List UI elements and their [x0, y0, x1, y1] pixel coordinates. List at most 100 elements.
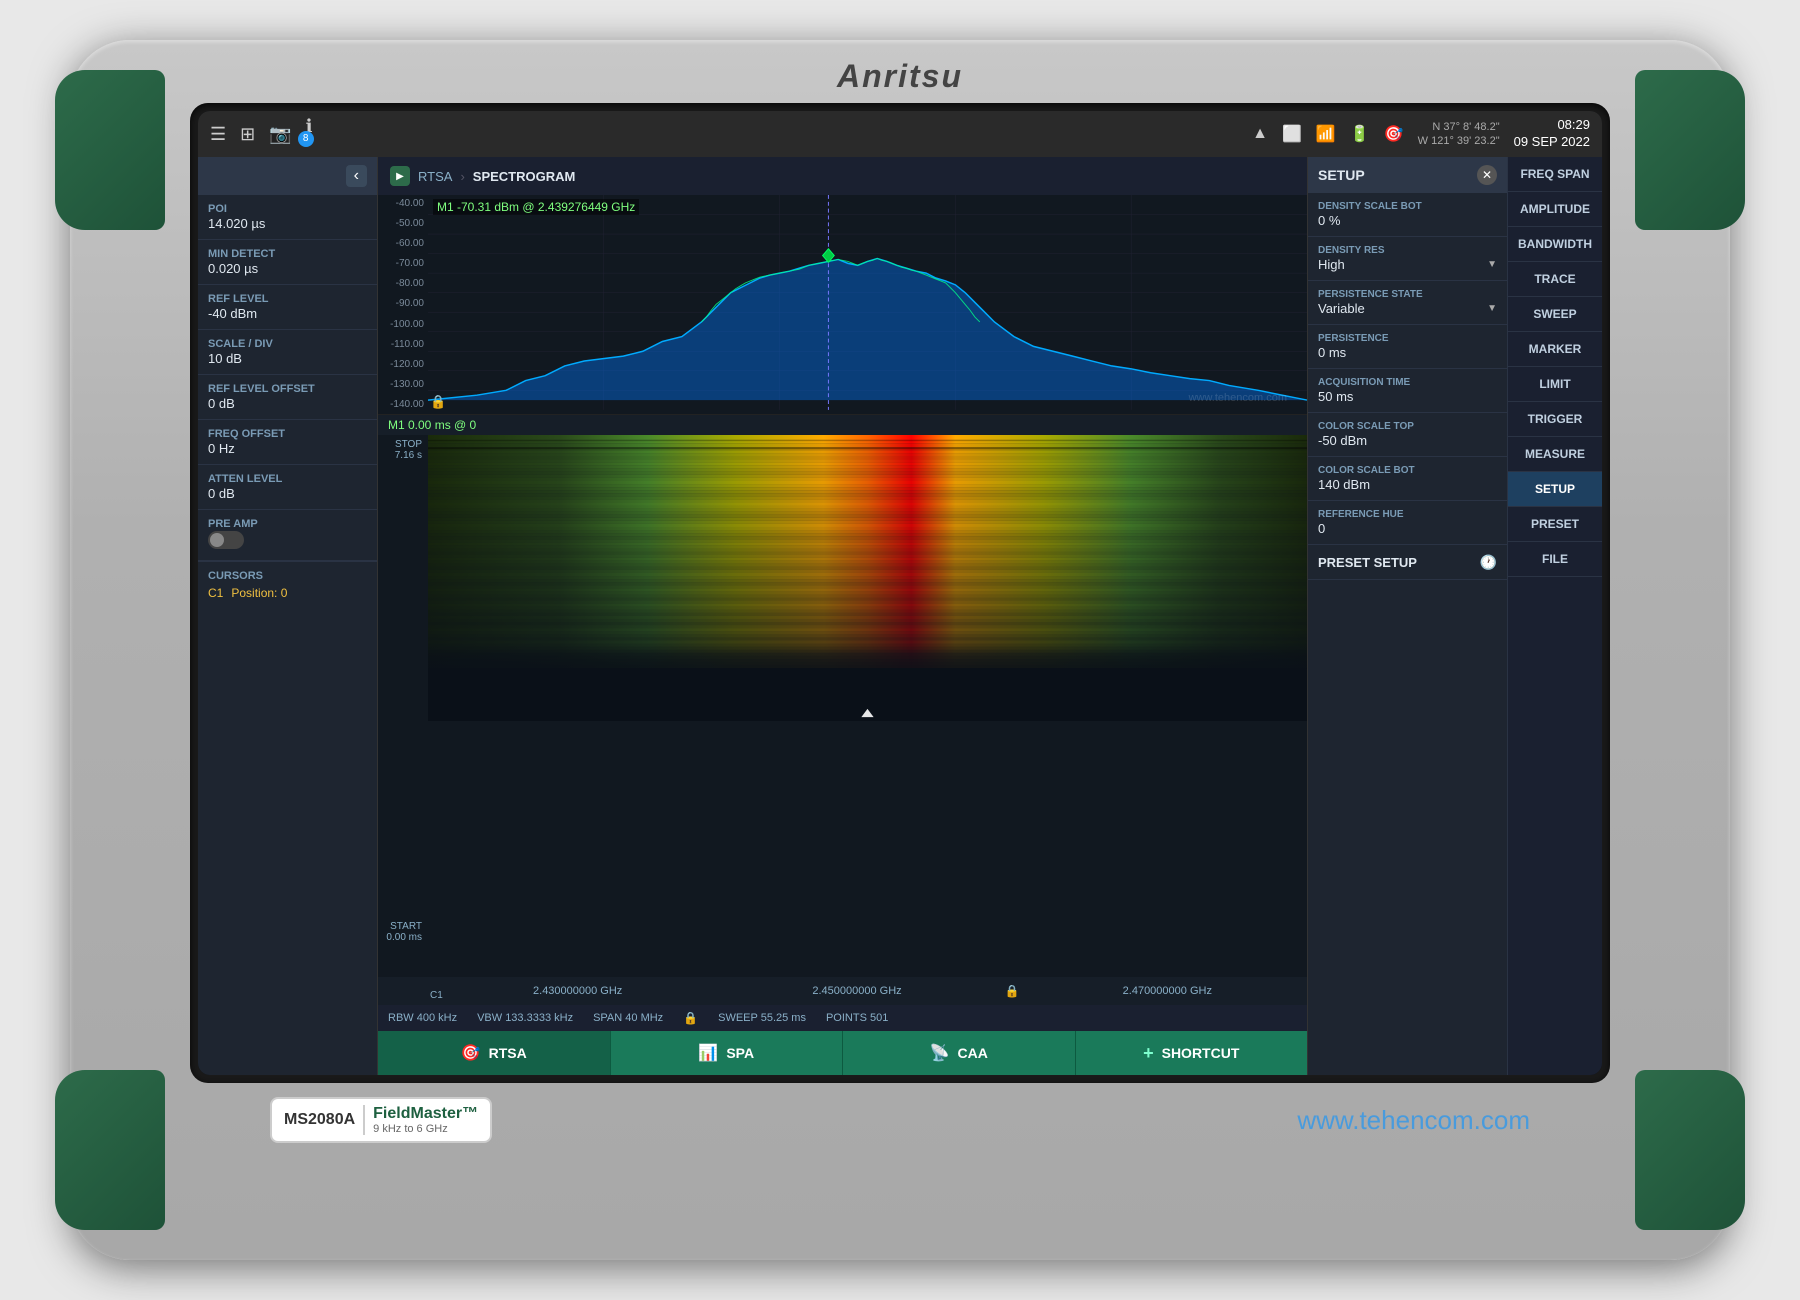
param-ref-level[interactable]: REF LEVEL -40 dBm	[198, 285, 377, 330]
pre-amp-label: PRE AMP	[208, 518, 367, 530]
param-scale-div[interactable]: SCALE / DIV 10 dB	[198, 330, 377, 375]
cursor-row-c1: C1 Position: 0	[208, 586, 367, 600]
breadcrumb-separator: ›	[460, 169, 464, 184]
param-pre-amp[interactable]: PRE AMP	[198, 510, 377, 561]
freq-offset-value: 0 Hz	[208, 441, 367, 456]
menu-limit[interactable]: LIMIT	[1508, 367, 1602, 402]
website-display: www.tehencom.com	[1297, 1105, 1530, 1136]
setup-density-scale-bot[interactable]: DENSITY SCALE BOT 0 %	[1308, 193, 1507, 237]
setup-reference-hue[interactable]: REFERENCE HUE 0	[1308, 501, 1507, 545]
y-label-10: -140.00	[382, 400, 424, 410]
cursor-position: Position: 0	[231, 586, 287, 600]
rbw-display: RBW 400 kHz	[388, 1012, 457, 1024]
setup-preset-setup[interactable]: PRESET SETUP 🕐	[1308, 545, 1507, 580]
breadcrumb-root[interactable]: RTSA	[418, 169, 452, 184]
color-scale-bot-value: 140 dBm	[1318, 477, 1497, 492]
device-bottom-info: MS2080A FieldMaster™ 9 kHz to 6 GHz www.…	[250, 1083, 1550, 1143]
grip-top-right	[1635, 70, 1745, 230]
nav-caa[interactable]: 📡 CAA	[843, 1031, 1076, 1075]
poi-label: POI	[208, 203, 367, 215]
setup-persistence[interactable]: PERSISTENCE 0 ms	[1308, 325, 1507, 369]
hamburger-icon[interactable]: ☰	[210, 124, 226, 145]
menu-bandwidth[interactable]: BANDWIDTH	[1508, 227, 1602, 262]
gps-coords: N 37° 8' 48.2" W 121° 39' 23.2"	[1418, 120, 1500, 149]
device-shell: Anritsu ☰ ⊞ 📷 ℹ 8 ▲ ⬜ 📶 🔋 🎯 N 37° 8' 48.…	[70, 40, 1730, 1260]
menu-trace[interactable]: TRACE	[1508, 262, 1602, 297]
param-min-detect[interactable]: MIN DETECT 0.020 µs	[198, 240, 377, 285]
watermark: www.tehencom.com	[1189, 392, 1287, 404]
model-number: MS2080A	[284, 1111, 355, 1129]
rtsa-nav-icon: 🎯	[461, 1043, 481, 1063]
notification-badge: 8	[298, 131, 314, 147]
c1-label: C1	[430, 990, 443, 1001]
grid-icon[interactable]: ⊞	[240, 124, 255, 145]
density-scale-bot-value: 0 %	[1318, 213, 1497, 228]
freq-label-center: 2.450000000 GHz	[717, 985, 996, 997]
menu-amplitude[interactable]: AMPLITUDE	[1508, 192, 1602, 227]
acquisition-time-label: ACQUISITION TIME	[1318, 377, 1497, 388]
param-freq-offset[interactable]: FREQ OFFSET 0 Hz	[198, 420, 377, 465]
persistence-state-dropdown[interactable]: ▼	[1487, 303, 1497, 314]
reference-hue-label: REFERENCE HUE	[1318, 509, 1497, 520]
preset-setup-label: PRESET SETUP	[1318, 555, 1417, 570]
menu-sweep[interactable]: SWEEP	[1508, 297, 1602, 332]
setup-density-res[interactable]: DENSITY RES High ▼	[1308, 237, 1507, 281]
preset-setup-icon[interactable]: 🕐	[1480, 554, 1497, 571]
menu-trigger[interactable]: TRIGGER	[1508, 402, 1602, 437]
info-icon[interactable]: ℹ 8	[306, 116, 322, 153]
ref-offset-value: 0 dB	[208, 396, 367, 411]
freq-lock-icon[interactable]: 🔒	[1005, 984, 1020, 998]
setup-persistence-state[interactable]: PERSISTENCE STATE Variable ▼	[1308, 281, 1507, 325]
spectrum-chart	[428, 195, 1307, 410]
menu-setup[interactable]: SETUP	[1508, 472, 1602, 507]
menu-freq-span[interactable]: FREQ SPAN	[1508, 157, 1602, 192]
nav-spa[interactable]: 📊 SPA	[611, 1031, 844, 1075]
param-ref-level-offset[interactable]: REF LEVEL OFFSET 0 dB	[198, 375, 377, 420]
menu-marker[interactable]: MARKER	[1508, 332, 1602, 367]
upload-icon[interactable]: ▲	[1252, 125, 1268, 143]
cursor-c1-label[interactable]: C1	[208, 586, 223, 600]
menu-file[interactable]: FILE	[1508, 542, 1602, 577]
cursors-section: CURSORS C1 Position: 0	[198, 561, 377, 608]
camera-icon[interactable]: 📷	[269, 124, 291, 145]
color-scale-bot-label: COLOR SCALE BOT	[1318, 465, 1497, 476]
stop-label: STOP	[380, 439, 422, 450]
density-res-label: DENSITY RES	[1318, 245, 1497, 256]
nav-shortcut[interactable]: + SHORTCUT	[1076, 1031, 1308, 1075]
freq-range: 9 kHz to 6 GHz	[373, 1123, 478, 1135]
rtsa-icon: ▶	[390, 166, 410, 186]
y-label-2: -60.00	[382, 239, 424, 249]
ref-level-value: -40 dBm	[208, 306, 367, 321]
main-content: ‹ POI 14.020 µs MIN DETECT 0.020 µs REF …	[198, 157, 1602, 1075]
param-poi[interactable]: POI 14.020 µs	[198, 195, 377, 240]
screen-bezel: ☰ ⊞ 📷 ℹ 8 ▲ ⬜ 📶 🔋 🎯 N 37° 8' 48.2" W 121…	[190, 103, 1610, 1083]
setup-title: SETUP	[1318, 167, 1365, 183]
menu-preset[interactable]: PRESET	[1508, 507, 1602, 542]
start-label: START	[380, 921, 422, 932]
share-icon[interactable]: ⬜	[1282, 124, 1302, 144]
setup-color-scale-bot[interactable]: COLOR SCALE BOT 140 dBm	[1308, 457, 1507, 501]
setup-panel: SETUP ✕ DENSITY SCALE BOT 0 % DENSITY RE…	[1307, 157, 1507, 1075]
collapse-button[interactable]: ‹	[346, 165, 367, 187]
setup-color-scale-top[interactable]: COLOR SCALE TOP -50 dBm	[1308, 413, 1507, 457]
density-res-value: High ▼	[1318, 257, 1497, 272]
setup-close-button[interactable]: ✕	[1477, 165, 1497, 185]
marker-info: M1 -70.31 dBm @ 2.439276449 GHz	[433, 199, 639, 215]
param-atten-level[interactable]: ATTEN LEVEL 0 dB	[198, 465, 377, 510]
stop-value: 7.16 s	[380, 450, 422, 461]
pre-amp-toggle[interactable]	[208, 531, 244, 549]
y-label-5: -90.00	[382, 299, 424, 309]
y-label-8: -120.00	[382, 360, 424, 370]
y-label-1: -50.00	[382, 219, 424, 229]
freq-label-left: 2.430000000 GHz	[438, 985, 717, 997]
status-bar: RBW 400 kHz VBW 133.3333 kHz SPAN 40 MHz…	[378, 1005, 1307, 1031]
nav-rtsa[interactable]: 🎯 RTSA	[378, 1031, 611, 1075]
color-scale-top-label: COLOR SCALE TOP	[1318, 421, 1497, 432]
poi-value: 14.020 µs	[208, 216, 367, 231]
menu-measure[interactable]: MEASURE	[1508, 437, 1602, 472]
density-res-dropdown[interactable]: ▼	[1487, 259, 1497, 270]
setup-acquisition-time[interactable]: ACQUISITION TIME 50 ms	[1308, 369, 1507, 413]
status-lock-icon: 🔒	[683, 1011, 698, 1025]
preset-setup-value: PRESET SETUP 🕐	[1318, 554, 1497, 571]
y-label-7: -110.00	[382, 340, 424, 350]
